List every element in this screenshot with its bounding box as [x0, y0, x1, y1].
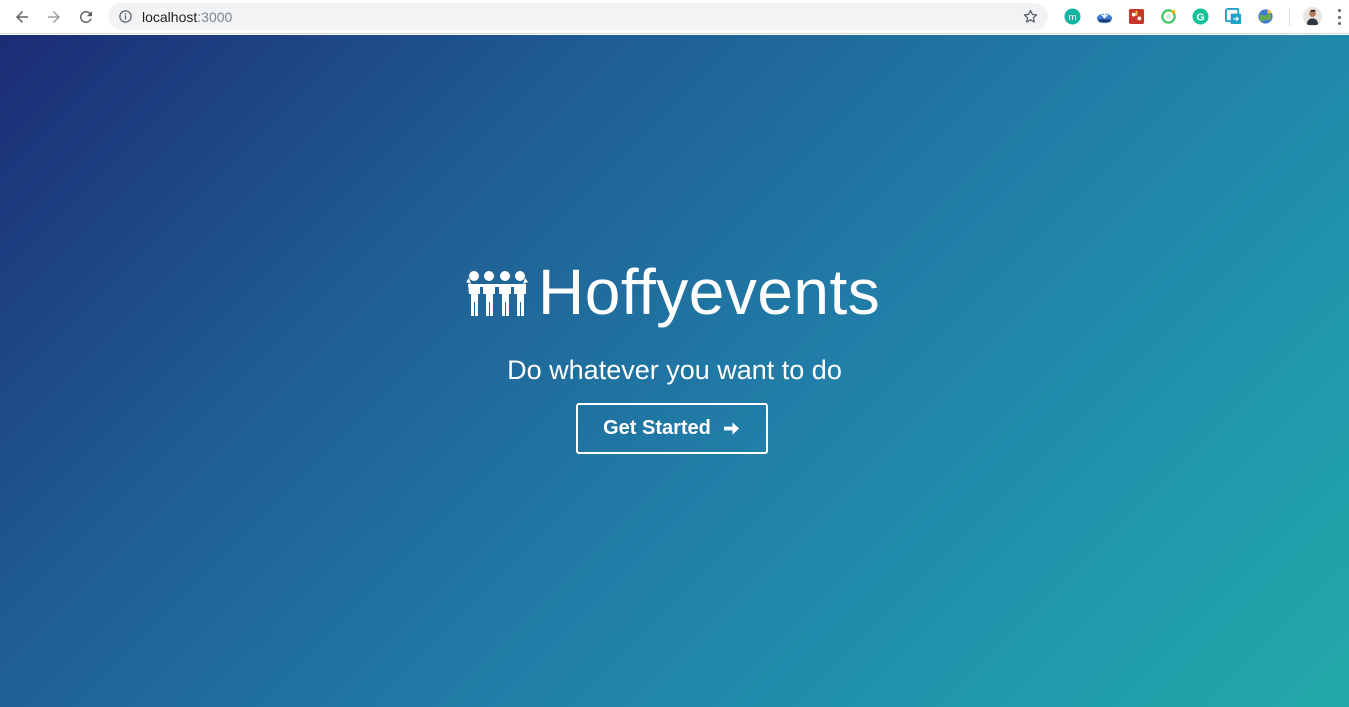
toolbar-separator [1289, 8, 1290, 26]
green-ring-extension-icon[interactable] [1160, 8, 1177, 25]
reload-icon [79, 10, 92, 23]
tagline: Do whatever you want to do [507, 355, 842, 385]
globe-extension-icon[interactable] [1257, 8, 1274, 25]
get-started-label: Get Started [603, 417, 711, 439]
star-icon[interactable] [1022, 8, 1039, 25]
teal-window-extension-icon[interactable] [1225, 8, 1242, 25]
forward-button[interactable] [42, 5, 66, 29]
browser-toolbar: localhost:3000 m G [0, 0, 1349, 34]
address-bar[interactable]: localhost:3000 [108, 3, 1048, 30]
info-icon[interactable] [118, 9, 133, 24]
arrow-right-circle-icon [723, 422, 740, 435]
arrow-left-icon [16, 11, 28, 23]
svg-text:m: m [1069, 12, 1077, 23]
hero-section: Hoffyevents Do whatever you want to do G… [0, 35, 1349, 707]
url-host: localhost [142, 9, 198, 25]
m-extension-icon[interactable]: m [1064, 8, 1081, 25]
reload-button[interactable] [74, 5, 98, 29]
person-avatar-icon [1306, 9, 1319, 26]
people-group-icon [466, 271, 528, 316]
get-started-button[interactable]: Get Started [576, 403, 768, 454]
cloud-download-extension-icon[interactable] [1096, 8, 1113, 25]
kebab-menu-icon[interactable] [1336, 9, 1342, 25]
url-port: :3000 [197, 9, 233, 25]
profile-avatar[interactable] [1303, 7, 1322, 26]
svg-text:G: G [1196, 12, 1204, 23]
grammarly-extension-icon[interactable]: G [1192, 8, 1209, 25]
back-button[interactable] [10, 5, 34, 29]
brand-heading: Hoffyevents [466, 257, 880, 327]
page-title: Hoffyevents [538, 256, 881, 328]
arrow-right-icon [48, 11, 60, 23]
url-text[interactable]: localhost:3000 [142, 9, 232, 25]
red-square-extension-icon[interactable] [1128, 8, 1145, 25]
